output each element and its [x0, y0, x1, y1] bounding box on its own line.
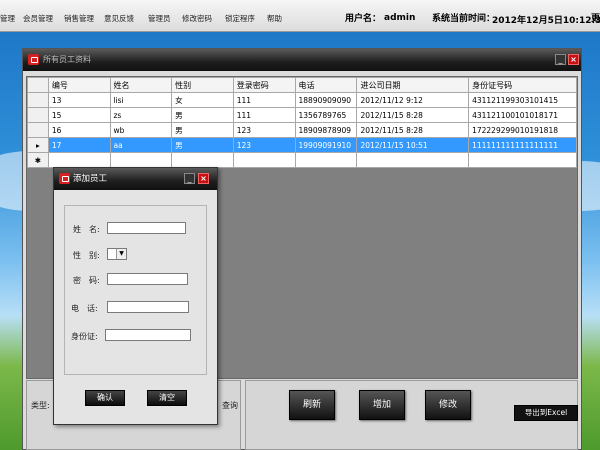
- row-header[interactable]: [27, 107, 49, 123]
- minimize-button[interactable]: _: [555, 54, 566, 65]
- new-cell[interactable]: [109, 152, 173, 168]
- new-cell[interactable]: [171, 152, 234, 168]
- new-cell[interactable]: [356, 152, 470, 168]
- column-header-password[interactable]: 登录密码: [232, 77, 296, 93]
- refresh-button[interactable]: 刷新: [289, 390, 335, 420]
- user-value: admin: [384, 13, 416, 23]
- cell-password[interactable]: 111: [232, 107, 296, 123]
- time-value: 2012年12月5日10:12:34: [492, 16, 600, 26]
- cell-id[interactable]: 15: [47, 107, 111, 123]
- dialog-close-button[interactable]: ×: [198, 173, 209, 184]
- cell-id-number[interactable]: 431121100101018171: [468, 107, 577, 123]
- cell-id[interactable]: 16: [47, 122, 111, 138]
- phone-input[interactable]: [107, 301, 189, 313]
- top-menu-bar: 管理 会员管理 销售管理 意见反馈 管理员 修改密码 锁定程序 帮助 用户名： …: [0, 0, 600, 32]
- employees-table: 编号 姓名 性别 登录密码 电话 进公司日期 身份证号码 13 lisi 女 1…: [27, 77, 577, 168]
- add-employee-titlebar[interactable]: 添加员工 _ ×: [54, 168, 217, 190]
- new-cell[interactable]: [232, 152, 296, 168]
- menu-admin[interactable]: 管理员: [148, 13, 171, 24]
- type-label: 类型:: [31, 401, 50, 410]
- export-excel-button[interactable]: 导出到Excel: [514, 405, 578, 421]
- close-button[interactable]: ×: [568, 54, 579, 65]
- id-number-label: 身份证:: [71, 332, 98, 341]
- menu-lock-program[interactable]: 锁定程序: [225, 13, 255, 24]
- cell-gender[interactable]: 男: [171, 107, 234, 123]
- user-label: 用户名：: [345, 14, 382, 24]
- cell-name[interactable]: aa: [109, 137, 173, 153]
- employees-window-titlebar[interactable]: 所有员工资料 _ ×: [23, 49, 581, 71]
- cell-id-number[interactable]: 431121199303101415: [468, 92, 577, 108]
- cell-hire-date[interactable]: 2012/11/15 8:28: [356, 122, 470, 138]
- menu-help[interactable]: 帮助: [267, 13, 282, 24]
- cell-name[interactable]: zs: [109, 107, 173, 123]
- table-row[interactable]: 15 zs 男 111 1356789765 2012/11/15 8:28 4…: [27, 107, 577, 123]
- cell-phone[interactable]: 18890909090: [294, 92, 358, 108]
- employees-window-title: 所有员工资料: [43, 55, 91, 64]
- cell-password[interactable]: 123: [232, 122, 296, 138]
- phone-label: 电 话:: [71, 304, 98, 313]
- cell-hire-date[interactable]: 2012/11/12 9:12: [356, 92, 470, 108]
- row-header-corner: [27, 77, 49, 93]
- name-label: 姓 名:: [73, 225, 100, 234]
- current-row-marker[interactable]: ▸: [27, 137, 49, 153]
- cell-id[interactable]: 13: [47, 92, 111, 108]
- cell-name[interactable]: lisi: [109, 92, 173, 108]
- time-label: 系统当前时间：: [432, 14, 496, 24]
- clear-button[interactable]: 清空: [147, 390, 187, 406]
- edit-button[interactable]: 修改: [425, 390, 471, 420]
- cell-id-number[interactable]: 111111111111111111: [468, 137, 577, 153]
- table-new-row[interactable]: ✱: [27, 152, 577, 168]
- id-number-input[interactable]: [105, 329, 191, 341]
- cell-id-number[interactable]: 172229299010191818: [468, 122, 577, 138]
- query-button[interactable]: 查询: [222, 400, 238, 411]
- cell-password[interactable]: 111: [232, 92, 296, 108]
- menu-overflow[interactable]: 更: [591, 11, 600, 24]
- dialog-app-icon: [59, 173, 70, 184]
- name-input[interactable]: [107, 222, 186, 234]
- cell-hire-date[interactable]: 2012/11/15 8:28: [356, 107, 470, 123]
- menu-feedback[interactable]: 意见反馈: [104, 13, 134, 24]
- column-header-name[interactable]: 姓名: [109, 77, 173, 93]
- row-header[interactable]: [27, 92, 49, 108]
- cell-name[interactable]: wb: [109, 122, 173, 138]
- add-button[interactable]: 增加: [359, 390, 405, 420]
- cell-gender[interactable]: 男: [171, 122, 234, 138]
- new-row-marker[interactable]: ✱: [27, 152, 49, 168]
- table-row[interactable]: 16 wb 男 123 18909878909 2012/11/15 8:28 …: [27, 122, 577, 138]
- password-input[interactable]: [107, 273, 188, 285]
- menu-sales[interactable]: 销售管理: [64, 13, 94, 24]
- column-header-hire-date[interactable]: 进公司日期: [356, 77, 470, 93]
- menu-change-password[interactable]: 修改密码: [182, 13, 212, 24]
- cell-phone[interactable]: 19909091910: [294, 137, 358, 153]
- table-header-row: 编号 姓名 性别 登录密码 电话 进公司日期 身份证号码: [27, 77, 577, 93]
- cell-phone[interactable]: 1356789765: [294, 107, 358, 123]
- column-header-id-number[interactable]: 身份证号码: [468, 77, 577, 93]
- column-header-id[interactable]: 编号: [47, 77, 111, 93]
- cell-gender[interactable]: 女: [171, 92, 234, 108]
- add-employee-dialog: 添加员工 _ × 姓 名: 性 别: ▼ 密 码: 电 话: 身份证: 确认 清…: [53, 167, 218, 425]
- table-row-selected[interactable]: ▸ 17 aa 男 123 19909091910 2012/11/15 10:…: [27, 137, 577, 153]
- cell-password[interactable]: 123: [232, 137, 296, 153]
- cell-id[interactable]: 17: [47, 137, 111, 153]
- confirm-button[interactable]: 确认: [85, 390, 125, 406]
- table-row[interactable]: 13 lisi 女 111 18890909090 2012/11/12 9:1…: [27, 92, 577, 108]
- cell-gender[interactable]: 男: [171, 137, 234, 153]
- menu-manage[interactable]: 管理: [0, 13, 15, 24]
- cell-phone[interactable]: 18909878909: [294, 122, 358, 138]
- app-icon: [28, 54, 39, 65]
- new-cell[interactable]: [294, 152, 358, 168]
- column-header-gender[interactable]: 性别: [171, 77, 234, 93]
- add-employee-title: 添加员工: [73, 174, 108, 184]
- chevron-down-icon[interactable]: ▼: [116, 249, 126, 259]
- dialog-minimize-button[interactable]: _: [184, 173, 195, 184]
- gender-label: 性 别:: [73, 251, 100, 260]
- row-header[interactable]: [27, 122, 49, 138]
- gender-select[interactable]: ▼: [107, 248, 127, 260]
- column-header-phone[interactable]: 电话: [294, 77, 358, 93]
- cell-hire-date[interactable]: 2012/11/15 10:51: [356, 137, 470, 153]
- new-cell[interactable]: [468, 152, 577, 168]
- menu-members[interactable]: 会员管理: [23, 13, 53, 24]
- new-cell[interactable]: [47, 152, 111, 168]
- password-label: 密 码:: [73, 276, 100, 285]
